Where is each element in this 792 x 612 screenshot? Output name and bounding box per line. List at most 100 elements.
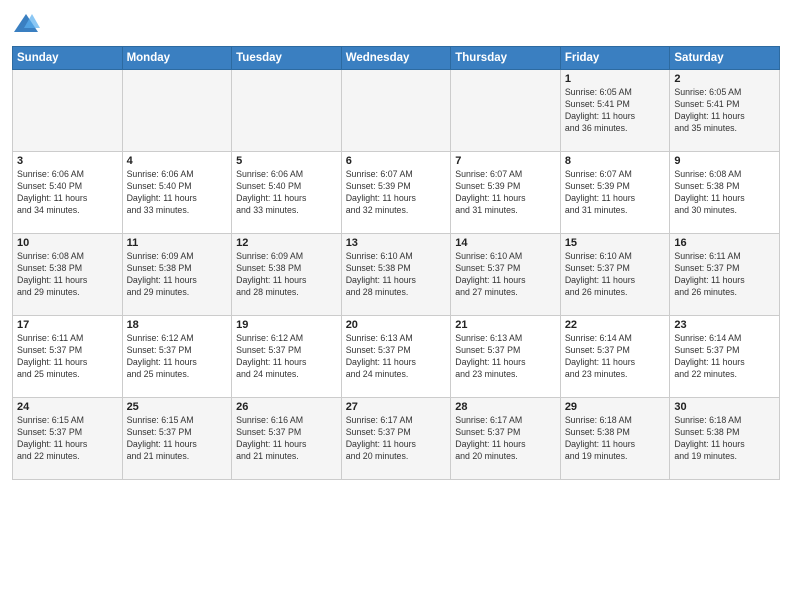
day-info: Sunrise: 6:05 AM Sunset: 5:41 PM Dayligh… [565, 87, 666, 135]
day-info: Sunrise: 6:08 AM Sunset: 5:38 PM Dayligh… [674, 169, 775, 217]
week-row-4: 17Sunrise: 6:11 AM Sunset: 5:37 PM Dayli… [13, 316, 780, 398]
day-number: 18 [127, 319, 228, 331]
weekday-saturday: Saturday [670, 47, 780, 70]
calendar-cell: 2 Sunrise: 6:05 AM Sunset: 5:41 PM Daylig… [670, 70, 780, 152]
day-info: Sunrise: 6:05 AM Sunset: 5:41 PM Dayligh… [674, 87, 775, 135]
calendar-cell: 9 Sunrise: 6:08 AM Sunset: 5:38 PM Daylig… [670, 152, 780, 234]
day-number: 9 [674, 155, 775, 167]
day-number: 10 [17, 237, 118, 249]
day-number: 7 [455, 155, 556, 167]
day-info: Sunrise: 6:14 AM Sunset: 5:37 PM Dayligh… [674, 333, 775, 381]
day-number: 26 [236, 401, 337, 413]
weekday-sunday: Sunday [13, 47, 123, 70]
calendar-cell: 15Sunrise: 6:10 AM Sunset: 5:37 PM Dayli… [560, 234, 670, 316]
day-number: 13 [346, 237, 447, 249]
day-info: Sunrise: 6:07 AM Sunset: 5:39 PM Dayligh… [346, 169, 447, 217]
logo [12, 10, 44, 38]
weekday-tuesday: Tuesday [232, 47, 342, 70]
calendar-cell: 25 Sunrise: 6:15 AM Sunset: 5:37 PM Dayli… [122, 398, 232, 480]
day-number: 14 [455, 237, 556, 249]
calendar-cell: 26 Sunrise: 6:16 AM Sunset: 5:37 PM Dayli… [232, 398, 342, 480]
day-info: Sunrise: 6:18 AM Sunset: 5:38 PM Dayligh… [674, 415, 775, 463]
day-info: Sunrise: 6:11 AM Sunset: 5:37 PM Dayligh… [674, 251, 775, 299]
calendar-cell [341, 70, 451, 152]
day-info: Sunrise: 6:12 AM Sunset: 5:37 PM Dayligh… [127, 333, 228, 381]
day-info: Sunrise: 6:06 AM Sunset: 5:40 PM Dayligh… [17, 169, 118, 217]
calendar-cell: 3 Sunrise: 6:06 AM Sunset: 5:40 PM Daylig… [13, 152, 123, 234]
day-number: 4 [127, 155, 228, 167]
calendar-cell: 12Sunrise: 6:09 AM Sunset: 5:38 PM Dayli… [232, 234, 342, 316]
day-info: Sunrise: 6:18 AM Sunset: 5:38 PM Dayligh… [565, 415, 666, 463]
calendar-cell [232, 70, 342, 152]
calendar-cell: 18 Sunrise: 6:12 AM Sunset: 5:37 PM Dayli… [122, 316, 232, 398]
calendar-cell: 5 Sunrise: 6:06 AM Sunset: 5:40 PM Daylig… [232, 152, 342, 234]
day-info: Sunrise: 6:06 AM Sunset: 5:40 PM Dayligh… [236, 169, 337, 217]
day-info: Sunrise: 6:13 AM Sunset: 5:37 PM Dayligh… [346, 333, 447, 381]
calendar-header: SundayMondayTuesdayWednesdayThursdayFrid… [13, 47, 780, 70]
day-info: Sunrise: 6:17 AM Sunset: 5:37 PM Dayligh… [455, 415, 556, 463]
day-number: 19 [236, 319, 337, 331]
calendar-cell: 20 Sunrise: 6:13 AM Sunset: 5:37 PM Dayli… [341, 316, 451, 398]
calendar-cell: 11 Sunrise: 6:09 AM Sunset: 5:38 PM Dayli… [122, 234, 232, 316]
day-info: Sunrise: 6:07 AM Sunset: 5:39 PM Dayligh… [455, 169, 556, 217]
day-number: 29 [565, 401, 666, 413]
day-info: Sunrise: 6:06 AM Sunset: 5:40 PM Dayligh… [127, 169, 228, 217]
calendar-cell: 17Sunrise: 6:11 AM Sunset: 5:37 PM Dayli… [13, 316, 123, 398]
calendar-cell: 22Sunrise: 6:14 AM Sunset: 5:37 PM Dayli… [560, 316, 670, 398]
calendar-table: SundayMondayTuesdayWednesdayThursdayFrid… [12, 46, 780, 480]
weekday-row: SundayMondayTuesdayWednesdayThursdayFrid… [13, 47, 780, 70]
calendar-cell: 16 Sunrise: 6:11 AM Sunset: 5:37 PM Dayli… [670, 234, 780, 316]
calendar-cell: 23 Sunrise: 6:14 AM Sunset: 5:37 PM Dayli… [670, 316, 780, 398]
day-number: 21 [455, 319, 556, 331]
day-number: 1 [565, 73, 666, 85]
day-info: Sunrise: 6:08 AM Sunset: 5:38 PM Dayligh… [17, 251, 118, 299]
day-info: Sunrise: 6:07 AM Sunset: 5:39 PM Dayligh… [565, 169, 666, 217]
day-info: Sunrise: 6:16 AM Sunset: 5:37 PM Dayligh… [236, 415, 337, 463]
calendar-cell: 14Sunrise: 6:10 AM Sunset: 5:37 PM Dayli… [451, 234, 561, 316]
day-number: 24 [17, 401, 118, 413]
week-row-2: 3 Sunrise: 6:06 AM Sunset: 5:40 PM Daylig… [13, 152, 780, 234]
week-row-1: 1 Sunrise: 6:05 AM Sunset: 5:41 PM Daylig… [13, 70, 780, 152]
day-number: 3 [17, 155, 118, 167]
day-info: Sunrise: 6:14 AM Sunset: 5:37 PM Dayligh… [565, 333, 666, 381]
calendar-cell: 8 Sunrise: 6:07 AM Sunset: 5:39 PM Daylig… [560, 152, 670, 234]
calendar-cell: 21 Sunrise: 6:13 AM Sunset: 5:37 PM Dayli… [451, 316, 561, 398]
calendar-cell [13, 70, 123, 152]
day-number: 23 [674, 319, 775, 331]
calendar-cell: 19 Sunrise: 6:12 AM Sunset: 5:37 PM Dayli… [232, 316, 342, 398]
page-container: SundayMondayTuesdayWednesdayThursdayFrid… [0, 0, 792, 488]
day-number: 16 [674, 237, 775, 249]
day-number: 5 [236, 155, 337, 167]
day-number: 11 [127, 237, 228, 249]
calendar-cell [122, 70, 232, 152]
weekday-wednesday: Wednesday [341, 47, 451, 70]
calendar-cell: 7 Sunrise: 6:07 AM Sunset: 5:39 PM Daylig… [451, 152, 561, 234]
calendar-cell: 4 Sunrise: 6:06 AM Sunset: 5:40 PM Daylig… [122, 152, 232, 234]
day-info: Sunrise: 6:09 AM Sunset: 5:38 PM Dayligh… [236, 251, 337, 299]
day-number: 8 [565, 155, 666, 167]
weekday-friday: Friday [560, 47, 670, 70]
day-info: Sunrise: 6:15 AM Sunset: 5:37 PM Dayligh… [127, 415, 228, 463]
calendar-cell: 6 Sunrise: 6:07 AM Sunset: 5:39 PM Daylig… [341, 152, 451, 234]
calendar-cell: 27Sunrise: 6:17 AM Sunset: 5:37 PM Dayli… [341, 398, 451, 480]
day-info: Sunrise: 6:09 AM Sunset: 5:38 PM Dayligh… [127, 251, 228, 299]
day-info: Sunrise: 6:12 AM Sunset: 5:37 PM Dayligh… [236, 333, 337, 381]
header [12, 10, 780, 38]
day-info: Sunrise: 6:15 AM Sunset: 5:37 PM Dayligh… [17, 415, 118, 463]
calendar-cell [451, 70, 561, 152]
calendar-cell: 28 Sunrise: 6:17 AM Sunset: 5:37 PM Dayli… [451, 398, 561, 480]
logo-icon [12, 10, 40, 38]
day-number: 6 [346, 155, 447, 167]
day-number: 20 [346, 319, 447, 331]
day-info: Sunrise: 6:10 AM Sunset: 5:37 PM Dayligh… [565, 251, 666, 299]
calendar-cell: 1 Sunrise: 6:05 AM Sunset: 5:41 PM Daylig… [560, 70, 670, 152]
day-number: 2 [674, 73, 775, 85]
day-info: Sunrise: 6:17 AM Sunset: 5:37 PM Dayligh… [346, 415, 447, 463]
day-info: Sunrise: 6:13 AM Sunset: 5:37 PM Dayligh… [455, 333, 556, 381]
day-number: 28 [455, 401, 556, 413]
day-number: 25 [127, 401, 228, 413]
day-info: Sunrise: 6:10 AM Sunset: 5:38 PM Dayligh… [346, 251, 447, 299]
day-info: Sunrise: 6:11 AM Sunset: 5:37 PM Dayligh… [17, 333, 118, 381]
week-row-3: 10 Sunrise: 6:08 AM Sunset: 5:38 PM Dayli… [13, 234, 780, 316]
calendar-cell: 10 Sunrise: 6:08 AM Sunset: 5:38 PM Dayli… [13, 234, 123, 316]
